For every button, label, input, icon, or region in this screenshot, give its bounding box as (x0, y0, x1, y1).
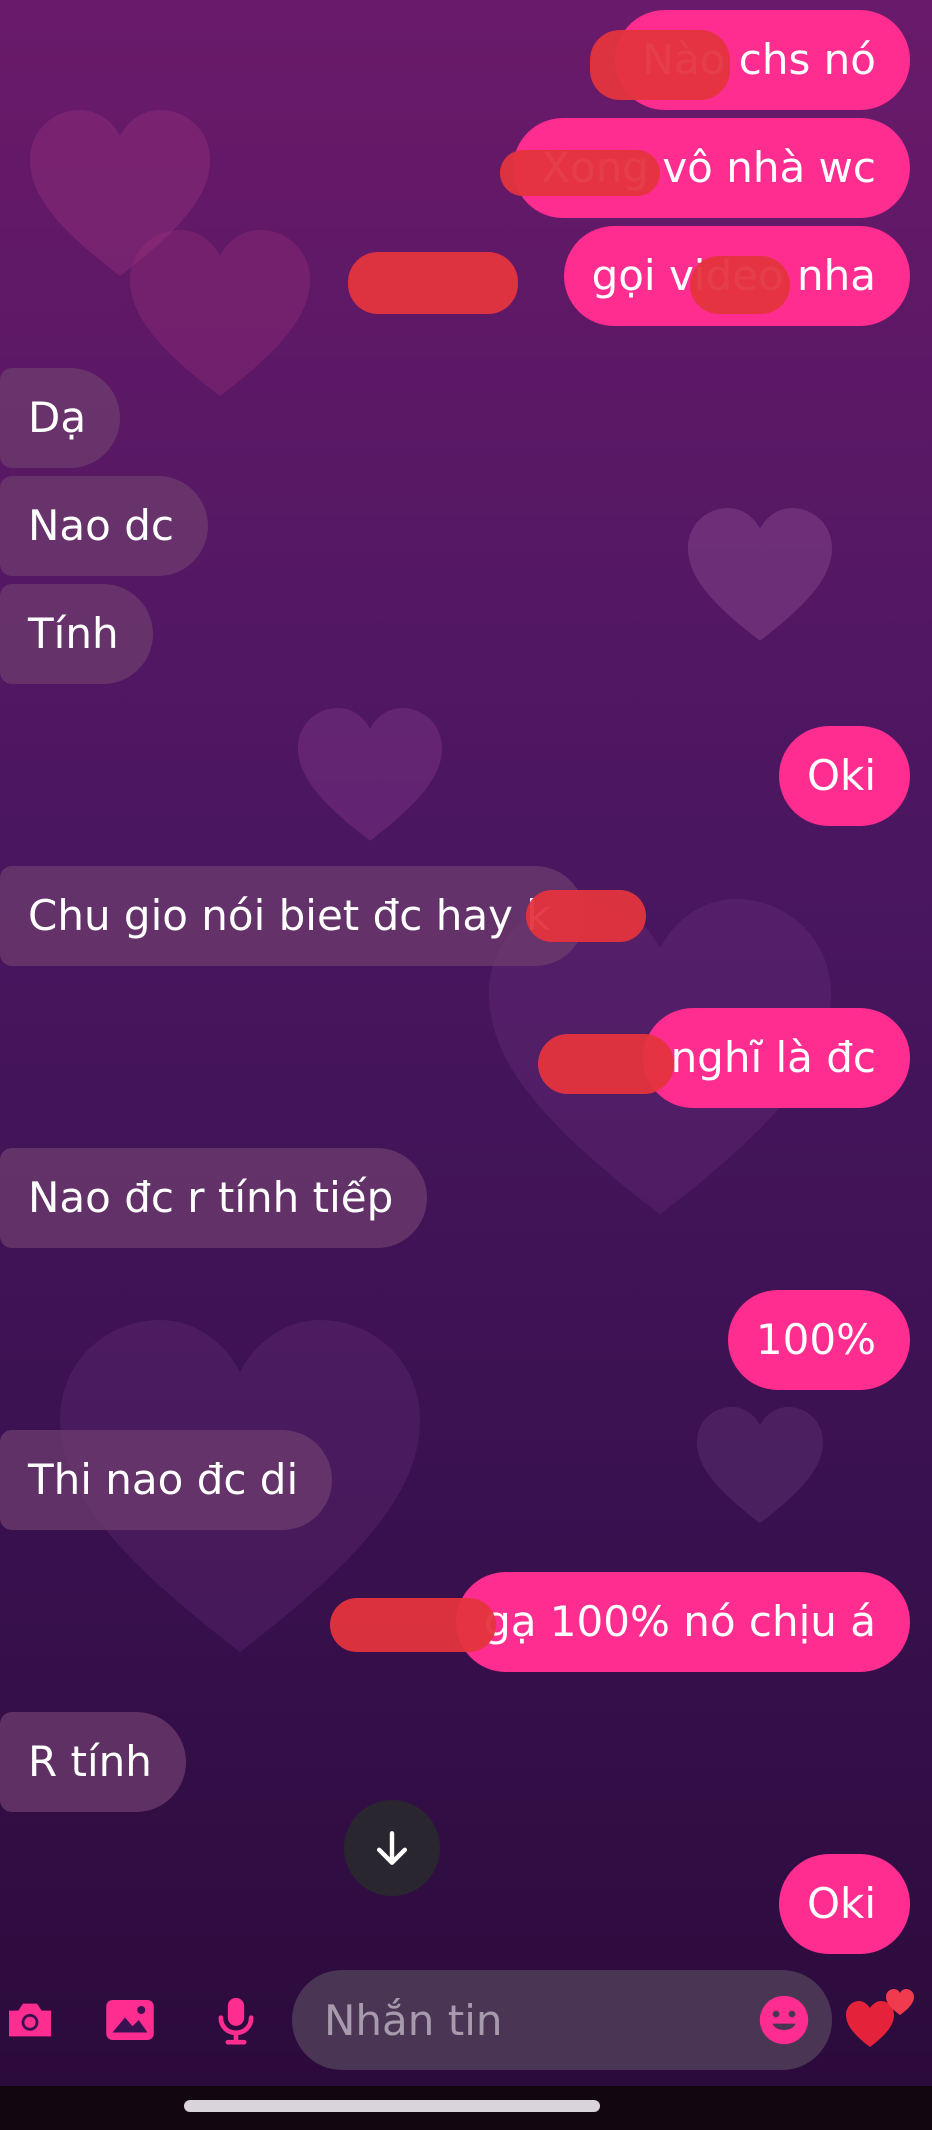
home-indicator[interactable] (184, 2100, 600, 2112)
redaction-mark (526, 890, 646, 942)
message-list[interactable]: Nào chs nó Xong vô nhà wc gọi video nha … (0, 0, 932, 1960)
camera-button[interactable] (0, 1980, 60, 2060)
camera-icon (9, 2003, 51, 2037)
arrow-down-icon (376, 1831, 408, 1865)
gallery-button[interactable] (90, 1980, 170, 2060)
emoji-button[interactable] (748, 1984, 820, 2056)
message-incoming[interactable]: Nao đc r tính tiếp (0, 1148, 428, 1248)
message-outgoing[interactable]: Oki (778, 1854, 910, 1954)
redaction-mark (590, 30, 730, 100)
message-outgoing[interactable]: 100% (727, 1290, 910, 1390)
redaction-mark (500, 150, 660, 196)
system-navigation-bar (0, 2086, 932, 2130)
microphone-button[interactable] (196, 1980, 276, 2060)
microphone-icon (218, 1997, 254, 2045)
message-incoming[interactable]: Nao dc (0, 476, 208, 576)
message-outgoing[interactable]: gạ 100% nó chịu á (456, 1572, 910, 1672)
gallery-icon (106, 2000, 154, 2040)
scroll-to-bottom-button[interactable] (344, 1800, 440, 1896)
emoji-icon (759, 1995, 809, 2045)
redaction-mark (330, 1598, 496, 1652)
message-incoming[interactable]: Chu gio nói biet đc hay k (0, 866, 585, 966)
message-composer (0, 1960, 932, 2080)
message-incoming[interactable]: Tính (0, 584, 153, 684)
message-incoming[interactable]: Dạ (0, 368, 121, 468)
redaction-mark (538, 1034, 674, 1094)
message-incoming[interactable]: Thi nao đc di (0, 1430, 333, 1530)
redaction-mark (690, 256, 790, 314)
message-incoming[interactable]: R tính (0, 1712, 186, 1812)
hearts-button[interactable] (840, 1970, 924, 2060)
message-input-container[interactable] (292, 1970, 832, 2070)
message-input[interactable] (324, 1970, 744, 2070)
hearts-icon (846, 1989, 914, 2047)
message-outgoing[interactable]: Oki (778, 726, 910, 826)
message-outgoing[interactable]: nghĩ là đc (642, 1008, 910, 1108)
redaction-mark (348, 252, 518, 314)
